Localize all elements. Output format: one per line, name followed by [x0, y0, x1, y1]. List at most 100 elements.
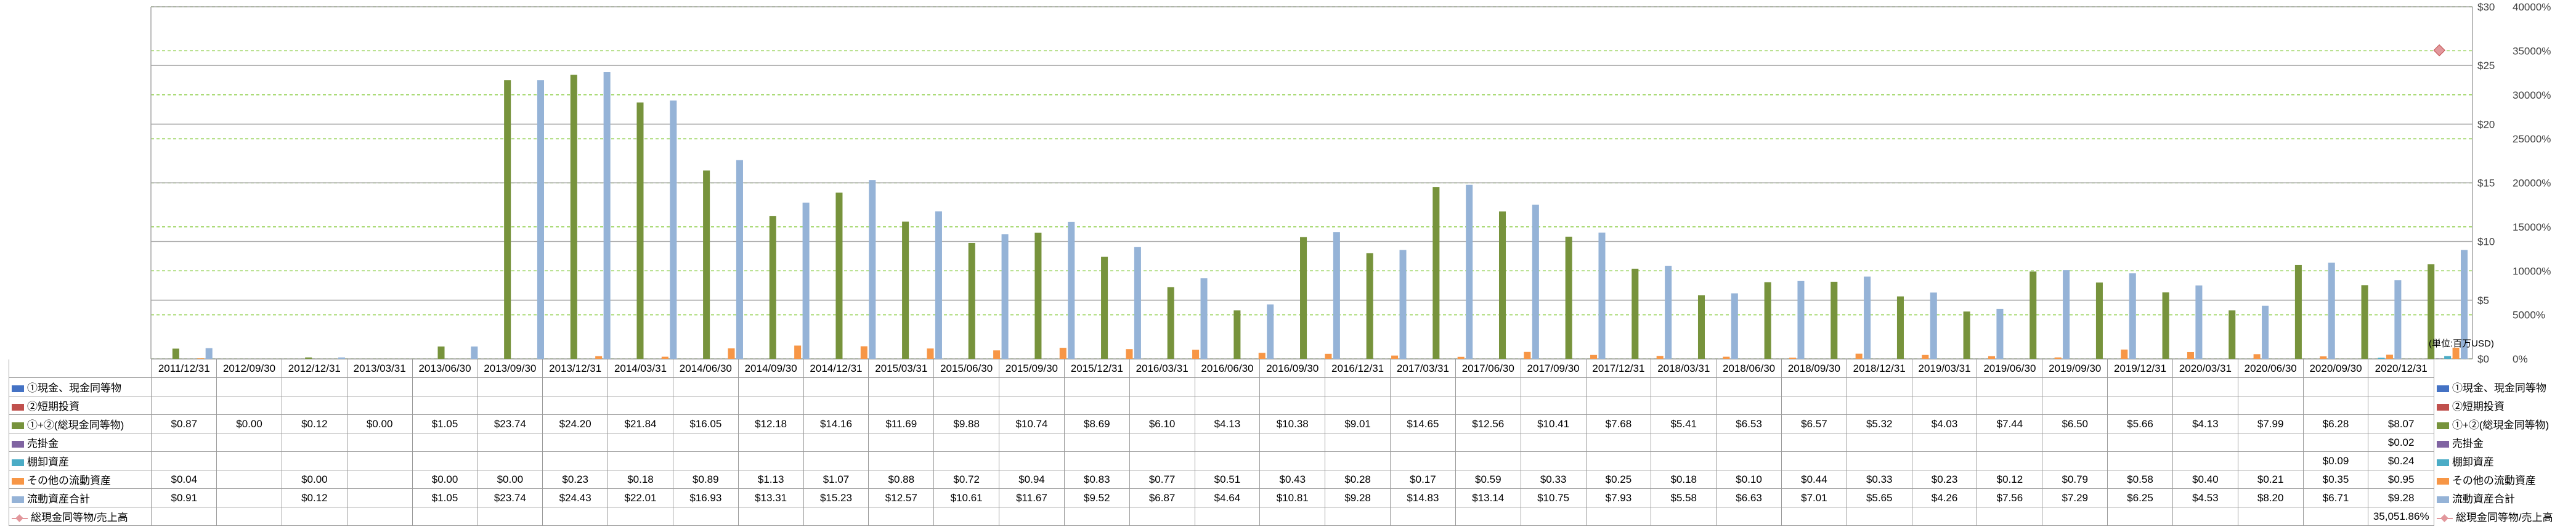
table-cell: $10.74 [999, 414, 1065, 433]
left-tick-label: $30 [2477, 1, 2495, 13]
table-cell: $6.53 [1716, 414, 1782, 433]
table-cell [1259, 433, 1326, 452]
bar [1233, 310, 1241, 359]
table-row: 総現金同等物/売上高 35,051.86% 総現金同等物/売上高 [8, 507, 2576, 526]
bar [1498, 211, 1506, 359]
table-cell [1455, 451, 1521, 470]
table-cell [1455, 396, 1521, 415]
table-cell [2172, 451, 2238, 470]
right-axis-ticks: 0%5000%10000%15000%20000%25000%30000%350… [2513, 1, 2551, 365]
table-cell [737, 433, 804, 452]
category-label: 2020/06/30 [2237, 359, 2304, 378]
table-cell: $6.71 [2302, 488, 2369, 507]
table-cell [1520, 507, 1587, 526]
table-cell: $0.24 [2368, 451, 2434, 470]
table-cell: $21.84 [607, 414, 673, 433]
table-cell [1520, 377, 1587, 396]
bar [1126, 349, 1133, 359]
table-cell: $24.20 [542, 414, 609, 433]
bar [504, 80, 511, 359]
table-cell [1781, 507, 1847, 526]
row-legend-right: 売掛金 [2434, 433, 2575, 452]
table-cell [542, 507, 609, 526]
table-cell: $5.58 [1651, 488, 1717, 507]
row-legend: 流動資産合計 [8, 488, 152, 507]
table-cell: $10.81 [1259, 488, 1326, 507]
table-cell [737, 377, 804, 396]
row-legend: ①現金、現金同等物 [8, 377, 152, 396]
table-cell: $7.68 [1585, 414, 1652, 433]
row-legend: ①+②(総現金同等物) [8, 414, 152, 433]
table-cell: $0.23 [1911, 470, 1978, 489]
bar [835, 192, 843, 359]
left-tick-label: $10 [2477, 236, 2495, 248]
category-label: 2012/12/31 [281, 359, 347, 378]
table-cell [1846, 377, 1912, 396]
legend-label: ①+②(総現金同等物) [27, 419, 124, 431]
table-cell [933, 433, 1000, 452]
table-cell [672, 451, 739, 470]
table-cell: $9.28 [1325, 488, 1391, 507]
legend-label: ①現金、現金同等物 [27, 382, 121, 394]
table-cell [281, 507, 347, 526]
table-cell [216, 377, 282, 396]
table-cell [216, 433, 282, 452]
table-cell [1390, 377, 1456, 396]
table-cell [1846, 433, 1912, 452]
table-cell: $0.25 [1585, 470, 1652, 489]
category-label: 2011/12/31 [151, 359, 217, 378]
table-cell [542, 451, 609, 470]
category-label: 2017/09/30 [1520, 359, 1587, 378]
bar [570, 75, 577, 359]
row-legend: 総現金同等物/売上高 [8, 507, 152, 526]
table-cell [1977, 507, 2043, 526]
table-cell [803, 433, 869, 452]
bar [1565, 236, 1572, 359]
right-tick-label: 15000% [2513, 221, 2551, 233]
table-cell [1911, 433, 1978, 452]
table-cell: $0.00 [346, 414, 413, 433]
table-cell [1063, 433, 1130, 452]
table-cell [2302, 396, 2369, 415]
table-row: 棚卸資産 $0.09 $0.24 棚卸資産 [8, 451, 2576, 470]
category-label: 2017/03/31 [1390, 359, 1456, 378]
bar [1996, 308, 2004, 359]
table-cell [868, 507, 935, 526]
table-header-row: 2011/12/31 2012/09/30 2012/12/31 2013/03/31… [8, 359, 2576, 378]
category-label: 2013/09/30 [477, 359, 543, 378]
table-cell [1911, 507, 1978, 526]
table-cell [346, 433, 413, 452]
row-legend-right: 棚卸資産 [2434, 452, 2575, 470]
bar [1333, 232, 1340, 359]
table-cell: $10.75 [1520, 488, 1587, 507]
bar [1300, 237, 1307, 359]
table-cell: $0.28 [1325, 470, 1391, 489]
table-cell [1520, 396, 1587, 415]
table-cell [2237, 451, 2304, 470]
category-label: 2013/06/30 [412, 359, 478, 378]
legend-label: 売掛金 [27, 438, 59, 449]
bar [1258, 353, 1266, 359]
table-cell: $13.31 [737, 488, 804, 507]
table-cell [1651, 377, 1717, 396]
legend-swatch-icon [12, 385, 24, 393]
bar [2121, 349, 2128, 359]
bar [2030, 271, 2037, 359]
bar [172, 348, 179, 359]
legend-swatch-icon [12, 496, 24, 504]
table-cell [1063, 396, 1130, 415]
bar [1930, 292, 1937, 359]
row-legend: その他の流動資産 [8, 470, 152, 489]
bar [1134, 247, 1141, 359]
table-cell [281, 377, 347, 396]
row-legend-right: ①現金、現金同等物 [2434, 378, 2575, 396]
category-label: 2015/09/30 [999, 359, 1065, 378]
table-cell [2042, 396, 2108, 415]
table-cell [477, 396, 543, 415]
left-tick-label: $25 [2477, 60, 2495, 72]
table-cell: $0.51 [1194, 470, 1261, 489]
ratio-points [2433, 44, 2445, 57]
table-cell: $0.18 [607, 470, 673, 489]
table-cell [1455, 377, 1521, 396]
table-cell [1325, 507, 1391, 526]
